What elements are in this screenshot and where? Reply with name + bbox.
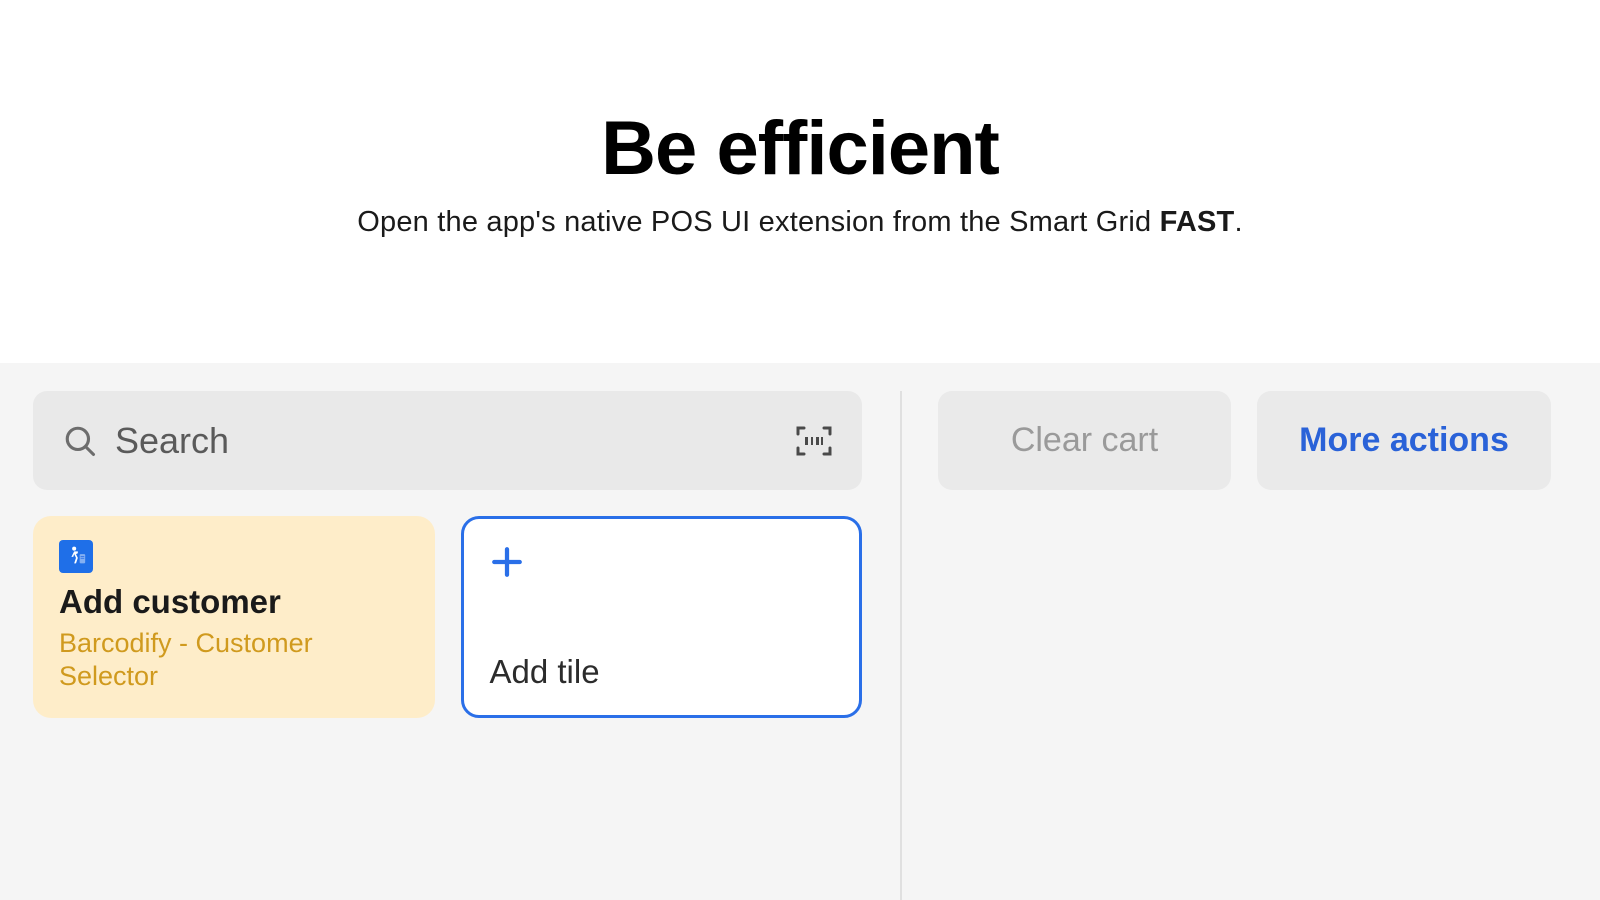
- hero-subtitle: Open the app's native POS UI extension f…: [0, 206, 1600, 239]
- tile-title: Add customer: [59, 583, 409, 621]
- clear-cart-button[interactable]: Clear cart: [938, 391, 1231, 490]
- add-tile-label: Add tile: [490, 653, 834, 691]
- barcode-scan-icon[interactable]: [796, 426, 832, 456]
- hero-section: Be efficient Open the app's native POS U…: [0, 0, 1600, 239]
- hero-title: Be efficient: [0, 105, 1600, 192]
- hero-subtitle-text: Open the app's native POS UI extension f…: [357, 206, 1159, 238]
- hero-subtitle-suffix: .: [1234, 206, 1242, 238]
- vertical-divider: [900, 391, 902, 900]
- right-column: Clear cart More actions: [938, 391, 1567, 490]
- hero-subtitle-bold: FAST: [1160, 206, 1235, 238]
- search-bar[interactable]: Search: [33, 391, 862, 490]
- person-walking-icon: [59, 540, 93, 573]
- smart-grid-tiles: Add customer Barcodify - Customer Select…: [33, 516, 862, 718]
- pos-panel: Search: [0, 363, 1600, 900]
- tile-subtitle: Barcodify - Customer Selector: [59, 627, 409, 695]
- add-tile-button[interactable]: Add tile: [461, 516, 863, 718]
- plus-icon: [490, 545, 524, 579]
- more-actions-button[interactable]: More actions: [1257, 391, 1551, 490]
- search-placeholder: Search: [115, 420, 778, 462]
- search-icon: [63, 424, 97, 458]
- left-column: Search: [33, 391, 900, 900]
- add-customer-tile[interactable]: Add customer Barcodify - Customer Select…: [33, 516, 435, 718]
